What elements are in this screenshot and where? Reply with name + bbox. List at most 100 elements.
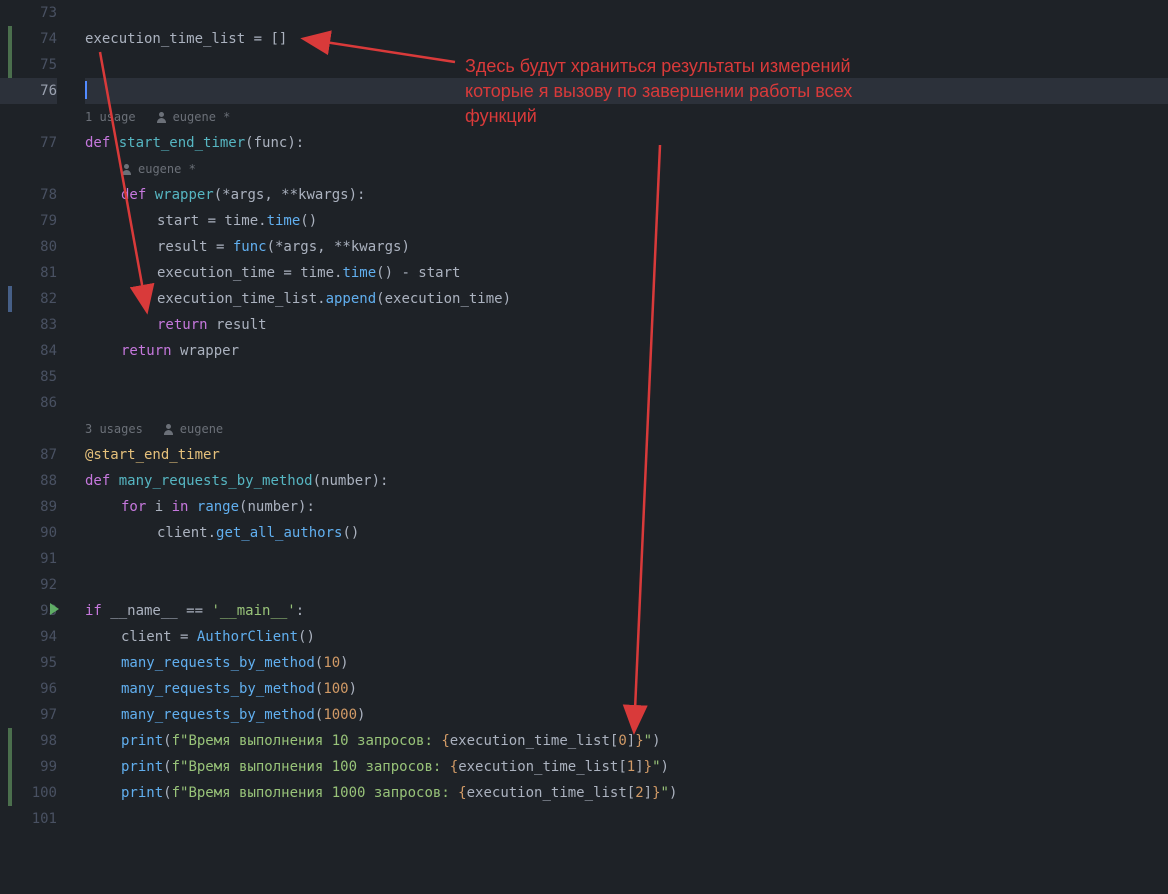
gutter-line: 91 — [0, 546, 57, 572]
line-number: 101 — [32, 806, 57, 832]
code-line: execution_time_list.append(execution_tim… — [85, 286, 1168, 312]
gutter-line: 75 — [0, 52, 57, 78]
gutter-line: 99 — [0, 754, 57, 780]
line-number: 91 — [40, 546, 57, 572]
line-number: 82 — [40, 286, 57, 312]
gutter-line: 81 — [0, 260, 57, 286]
line-number: 89 — [40, 494, 57, 520]
gutter-line-hint — [0, 156, 57, 182]
gutter-line: 77 — [0, 130, 57, 156]
code-line: for i in range(number): — [85, 494, 1168, 520]
gutter-line: 100 — [0, 780, 57, 806]
code-line: result = func(*args, **kwargs) — [85, 234, 1168, 260]
vcs-new-mark — [8, 780, 12, 806]
annotation-text: Здесь будут храниться результаты измерен… — [465, 54, 1065, 130]
code-line — [85, 806, 1168, 832]
run-gutter-icon[interactable] — [50, 603, 59, 615]
line-number: 97 — [40, 702, 57, 728]
code-line — [85, 0, 1168, 26]
code-line: def many_requests_by_method(number): — [85, 468, 1168, 494]
line-number: 74 — [40, 26, 57, 52]
line-number: 81 — [40, 260, 57, 286]
gutter-line: 96 — [0, 676, 57, 702]
gutter-line: 101 — [0, 806, 57, 832]
gutter-line: 88 — [0, 468, 57, 494]
author-hint[interactable]: eugene * — [173, 104, 231, 130]
gutter-line: 74 — [0, 26, 57, 52]
gutter-line: 93 — [0, 598, 57, 624]
gutter-line: 82 — [0, 286, 57, 312]
gutter-line: 85 — [0, 364, 57, 390]
code-line — [85, 364, 1168, 390]
author-hint[interactable]: eugene — [180, 416, 223, 442]
usages-hint[interactable]: 1 usage — [85, 104, 136, 130]
code-line: client.get_all_authors() — [85, 520, 1168, 546]
line-number: 75 — [40, 52, 57, 78]
code-line: print(f"Время выполнения 100 запросов: {… — [85, 754, 1168, 780]
line-number: 90 — [40, 520, 57, 546]
code-line: start = time.time() — [85, 208, 1168, 234]
gutter-line: 86 — [0, 390, 57, 416]
line-number: 79 — [40, 208, 57, 234]
code-line: def start_end_timer(func): — [85, 130, 1168, 156]
line-number: 87 — [40, 442, 57, 468]
person-icon — [163, 424, 174, 435]
vcs-new-mark — [8, 728, 12, 754]
code-inlay-hint[interactable]: eugene * — [85, 156, 1168, 182]
code-line: execution_time = time.time() - start — [85, 260, 1168, 286]
line-number: 78 — [40, 182, 57, 208]
line-number: 100 — [32, 780, 57, 806]
code-line: def wrapper(*args, **kwargs): — [85, 182, 1168, 208]
gutter-line: 79 — [0, 208, 57, 234]
code-line: @start_end_timer — [85, 442, 1168, 468]
gutter-line: 98 — [0, 728, 57, 754]
code-line: return wrapper — [85, 338, 1168, 364]
line-number: 73 — [40, 0, 57, 26]
line-number: 84 — [40, 338, 57, 364]
code-editor[interactable]: 73 74 75 76 77 78 79 80 81 82 83 84 85 8… — [0, 0, 1168, 894]
line-number: 95 — [40, 650, 57, 676]
code-line: if __name__ == '__main__': — [85, 598, 1168, 624]
code-line: execution_time_list = [] — [85, 26, 1168, 52]
code-line — [85, 390, 1168, 416]
vcs-new-mark — [8, 754, 12, 780]
gutter-line: 95 — [0, 650, 57, 676]
code-line: return result — [85, 312, 1168, 338]
caret-icon — [85, 81, 87, 99]
code-line — [85, 546, 1168, 572]
usages-hint[interactable]: 3 usages — [85, 416, 143, 442]
gutter-line: 90 — [0, 520, 57, 546]
code-line — [85, 572, 1168, 598]
line-number: 92 — [40, 572, 57, 598]
code-line: many_requests_by_method(100) — [85, 676, 1168, 702]
gutter-line: 89 — [0, 494, 57, 520]
gutter-line: 87 — [0, 442, 57, 468]
gutter: 73 74 75 76 77 78 79 80 81 82 83 84 85 8… — [0, 0, 75, 894]
gutter-line: 73 — [0, 0, 57, 26]
gutter-line: 92 — [0, 572, 57, 598]
code-inlay-hint[interactable]: 3 usages eugene — [85, 416, 1168, 442]
gutter-line-hint — [0, 104, 57, 130]
line-number: 98 — [40, 728, 57, 754]
line-number: 80 — [40, 234, 57, 260]
line-number: 76 — [40, 78, 57, 104]
code-line: many_requests_by_method(10) — [85, 650, 1168, 676]
code-line: many_requests_by_method(1000) — [85, 702, 1168, 728]
gutter-line: 83 — [0, 312, 57, 338]
line-number: 96 — [40, 676, 57, 702]
gutter-line: 78 — [0, 182, 57, 208]
gutter-line: 97 — [0, 702, 57, 728]
code-line: print(f"Время выполнения 1000 запросов: … — [85, 780, 1168, 806]
line-number: 99 — [40, 754, 57, 780]
person-icon — [121, 164, 132, 175]
gutter-line-hint — [0, 416, 57, 442]
author-hint[interactable]: eugene * — [138, 156, 196, 182]
code-line: client = AuthorClient() — [85, 624, 1168, 650]
gutter-line: 94 — [0, 624, 57, 650]
person-icon — [156, 112, 167, 123]
gutter-line: 80 — [0, 234, 57, 260]
code-area[interactable]: execution_time_list = [] 1 usageeugene *… — [75, 0, 1168, 894]
vcs-modified-mark — [8, 286, 12, 312]
line-number: 85 — [40, 364, 57, 390]
line-number: 88 — [40, 468, 57, 494]
